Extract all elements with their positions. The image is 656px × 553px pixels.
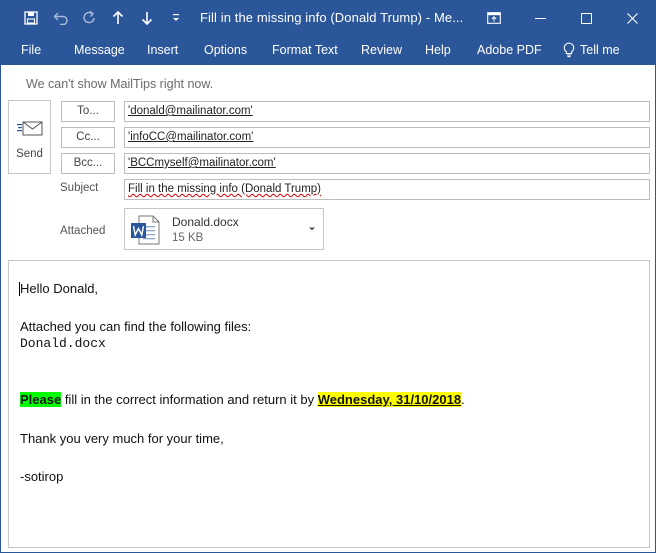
save-icon[interactable] [16, 1, 46, 35]
body-signature: -sotirop [20, 469, 64, 484]
tab-review[interactable]: Review [361, 43, 402, 57]
maximize-icon[interactable] [563, 1, 609, 35]
tab-message[interactable]: Message [74, 43, 125, 57]
tab-insert[interactable]: Insert [147, 43, 178, 57]
tab-format-text[interactable]: Format Text [272, 43, 338, 57]
to-field[interactable]: 'donald@mailinator.com' [124, 101, 650, 122]
word-document-icon [131, 215, 160, 245]
send-label: Send [16, 148, 43, 160]
highlight-deadline: Wednesday, 31/10/2018 [317, 392, 462, 407]
body-instruction-line: Please fill in the correct information a… [20, 392, 465, 407]
cc-address[interactable]: 'infoCC@mailinator.com' [128, 131, 253, 143]
chevron-down-icon[interactable] [308, 226, 316, 232]
cc-button[interactable]: Cc... [61, 127, 115, 148]
body-greeting: Hello Donald, [20, 281, 99, 296]
ribbon-tabs: File Message Insert Options Format Text … [1, 35, 655, 65]
tab-options[interactable]: Options [204, 43, 247, 57]
compose-window: Fill in the missing info (Donald Trump) … [0, 0, 656, 553]
mailtips-notice: We can't show MailTips right now. [26, 77, 214, 91]
tab-help[interactable]: Help [425, 43, 451, 57]
lightbulb-icon [563, 42, 575, 58]
instruction-text: fill in the correct information and retu… [61, 392, 318, 407]
subject-field[interactable]: Fill in the missing info (Donald Trump) [124, 179, 650, 200]
bcc-button[interactable]: Bcc... [61, 153, 115, 174]
highlight-please: Please [20, 392, 62, 407]
ribbon-display-icon[interactable] [471, 1, 517, 35]
attachment-name: Donald.docx [172, 215, 239, 229]
body-file-name: Donald.docx [20, 336, 106, 351]
cc-field[interactable]: 'infoCC@mailinator.com' [124, 127, 650, 148]
send-icon [17, 121, 43, 136]
tell-me-box[interactable]: Tell me [563, 42, 620, 58]
title-bar: Fill in the missing info (Donald Trump) … [1, 1, 655, 35]
body-thanks: Thank you very much for your time, [20, 431, 224, 446]
undo-icon[interactable] [46, 1, 76, 35]
to-address[interactable]: 'donald@mailinator.com' [128, 105, 253, 117]
redo-icon[interactable] [74, 1, 104, 35]
instruction-period: . [461, 392, 465, 407]
attachment-size: 15 KB [172, 232, 204, 244]
message-body[interactable]: Hello Donald, Attached you can find the … [8, 260, 650, 548]
attachment-card[interactable]: Donald.docx 15 KB [124, 208, 324, 250]
to-button[interactable]: To... [61, 101, 115, 122]
tell-me-label: Tell me [580, 43, 620, 57]
attached-label: Attached [60, 225, 106, 237]
arrow-down-icon[interactable] [132, 1, 162, 35]
bcc-address[interactable]: 'BCCmyself@mailinator.com' [128, 157, 276, 169]
body-line-attached: Attached you can find the following file… [20, 319, 252, 334]
customize-qat-icon[interactable] [161, 1, 191, 35]
window-title: Fill in the missing info (Donald Trump) … [200, 10, 464, 25]
close-icon[interactable] [609, 1, 655, 35]
subject-text: Fill in the missing info (Donald Trump) [128, 183, 322, 195]
subject-label: Subject [60, 182, 99, 194]
minimize-icon[interactable] [517, 1, 563, 35]
tab-file[interactable]: File [21, 43, 41, 57]
send-button[interactable]: Send [8, 100, 51, 174]
bcc-field[interactable]: 'BCCmyself@mailinator.com' [124, 153, 650, 174]
arrow-up-icon[interactable] [103, 1, 133, 35]
tab-adobe-pdf[interactable]: Adobe PDF [477, 43, 542, 57]
